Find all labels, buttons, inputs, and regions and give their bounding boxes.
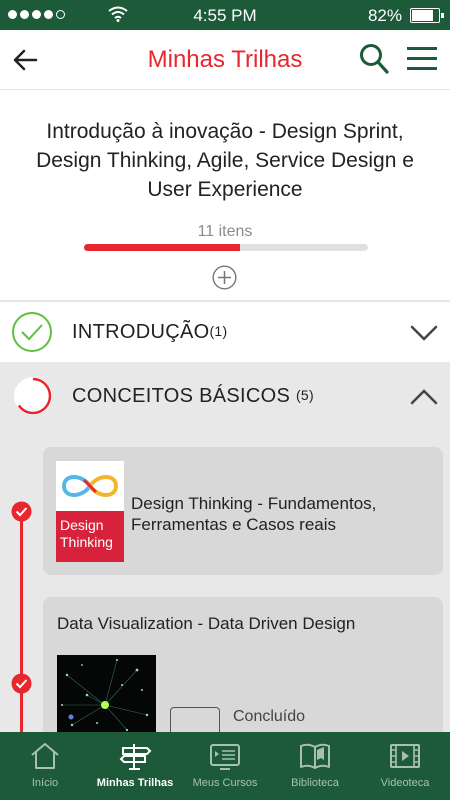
lesson-card[interactable]: Design Thinking Design Thinking - Fundam… xyxy=(43,447,443,575)
module-name: INTRODUÇÃO xyxy=(72,321,210,343)
course-title: Introdução à inovação - Design Sprint, D… xyxy=(36,120,414,201)
module-title: INTRODUÇÃO(1) xyxy=(72,321,227,344)
completion-label: Concluído xyxy=(233,708,306,725)
nav-item-videoteca[interactable]: Videoteca xyxy=(360,732,450,800)
search-icon[interactable] xyxy=(358,42,390,76)
nav-item-biblioteca[interactable]: Biblioteca xyxy=(270,732,360,800)
battery-percent: 82% xyxy=(367,6,402,25)
timeline-check-icon xyxy=(11,673,32,694)
module-count: (1) xyxy=(209,323,228,339)
nav-label: Minhas Trilhas xyxy=(96,777,174,789)
module-name: CONCEITOS BÁSICOS xyxy=(72,385,291,407)
module-introducao[interactable]: INTRODUÇÃO(1) xyxy=(0,302,450,362)
infinity-logo-icon xyxy=(61,475,119,497)
progress-ring-icon xyxy=(14,377,52,415)
timeline-check-icon xyxy=(11,501,32,522)
battery-icon xyxy=(410,8,444,23)
lesson-thumbnail: Design Thinking xyxy=(56,461,124,562)
nav-item-minhas-trilhas[interactable]: Minhas Trilhas xyxy=(90,732,180,800)
lesson-thumbnail xyxy=(57,655,156,735)
nav-label: Biblioteca xyxy=(291,777,339,789)
lesson-thumb-text: Design Thinking xyxy=(56,511,124,562)
nav-label: Meus Cursos xyxy=(192,777,258,789)
hamburger-menu-icon[interactable] xyxy=(406,44,438,74)
nav-item-inicio[interactable]: Início xyxy=(0,732,90,800)
plus-circle-icon[interactable] xyxy=(212,265,237,290)
nav-label: Videoteca xyxy=(380,777,430,789)
film-icon xyxy=(390,744,420,768)
course-progress-bar xyxy=(84,244,368,251)
lesson-title: Data Visualization - Data Driven Design xyxy=(57,614,356,633)
bottom-nav: Início Minhas Trilhas Meus Cursos Biblio… xyxy=(0,732,450,800)
home-icon xyxy=(31,743,59,769)
check-circle-icon xyxy=(12,312,52,352)
chevron-up-icon[interactable] xyxy=(410,388,438,406)
app-bar: Minhas Trilhas xyxy=(0,30,450,90)
module-title: CONCEITOS BÁSICOS (5) xyxy=(72,385,314,408)
chevron-down-icon[interactable] xyxy=(410,324,438,342)
nav-item-meus-cursos[interactable]: Meus Cursos xyxy=(180,732,270,800)
nav-label: Início xyxy=(31,777,59,789)
signpost-icon xyxy=(119,744,152,770)
lesson-title: Design Thinking - Fundamentos, Ferrament… xyxy=(131,494,377,534)
items-count: 11 itens xyxy=(197,223,253,240)
status-bar: 4:55 PM 82% xyxy=(0,0,450,30)
timeline-line xyxy=(20,505,23,732)
course-progress-fill xyxy=(84,244,241,251)
course-header: Introdução à inovação - Design Sprint, D… xyxy=(0,90,450,300)
video-list-icon xyxy=(210,744,240,770)
book-icon xyxy=(300,743,330,769)
module-count: (5) xyxy=(295,387,314,403)
